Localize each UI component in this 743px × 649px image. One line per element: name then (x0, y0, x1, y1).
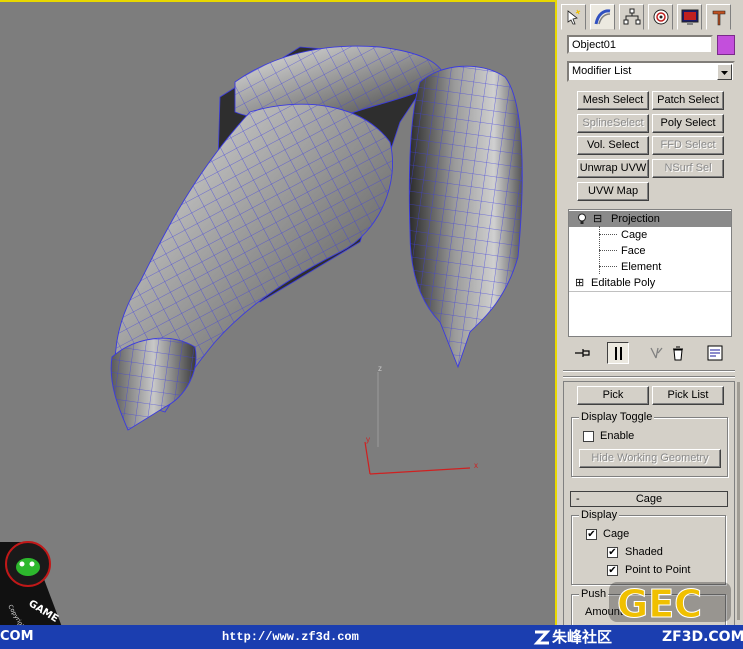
hierarchy-tab[interactable] (619, 4, 644, 30)
tree-line (599, 226, 600, 274)
stack-item-label: Cage (621, 229, 648, 241)
footer-url[interactable]: http://www.zf3d.com (222, 627, 359, 647)
mesh-render: z y x GAME Copyright © (0, 45, 523, 625)
poly-select-button[interactable]: Poly Select (652, 114, 724, 133)
display-tab[interactable] (677, 4, 702, 30)
cage-rollout-title: Cage (635, 493, 663, 505)
axis-label-z: z (378, 364, 382, 373)
pin-stack-icon[interactable] (573, 346, 591, 360)
footer-site-name: 朱峰社区 (552, 628, 613, 646)
stack-item-cage[interactable]: Cage (569, 227, 731, 243)
display-group-title: Display (579, 509, 620, 521)
hide-working-geometry-button[interactable]: Hide Working Geometry (579, 449, 721, 468)
modifier-list-label: Modifier List (572, 65, 632, 77)
show-end-result-button[interactable] (607, 342, 629, 364)
display-icon (681, 9, 699, 25)
make-unique-icon[interactable] (649, 346, 667, 360)
spline-select-button[interactable]: SplineSelect (577, 114, 649, 133)
stack-item-editable-poly[interactable]: ⊞ Editable Poly (569, 275, 731, 292)
modify-tab[interactable] (590, 4, 615, 30)
shaded-label: Shaded (625, 546, 663, 558)
hierarchy-icon (623, 8, 641, 25)
modify-icon (594, 9, 611, 25)
display-toggle-title: Display Toggle (579, 411, 655, 423)
ffd-select-button[interactable]: FFD Select (652, 136, 724, 155)
stack-toolbar (567, 342, 737, 364)
modifier-stack[interactable]: ⊟ Projection Cage Face Element ⊞ Editabl… (568, 209, 732, 337)
display-toggle-group (571, 417, 728, 477)
gec-logo-watermark: GEC (609, 582, 731, 625)
show-end-result-icon (615, 347, 622, 360)
transform-gizmo: z y x (364, 364, 478, 475)
stack-item-face[interactable]: Face (569, 243, 731, 259)
pick-button[interactable]: Pick (577, 386, 649, 405)
stack-item-label: Element (621, 261, 662, 273)
object-color-swatch[interactable] (717, 35, 735, 55)
modifier-list-dropdown[interactable]: Modifier List (567, 61, 735, 82)
rollout-scrollbar[interactable] (737, 382, 740, 620)
separator (563, 376, 735, 378)
footer-left-text: COM (0, 629, 34, 644)
uvw-map-button[interactable]: UVW Map (577, 182, 649, 201)
tree-line (599, 234, 617, 235)
expand-icon[interactable]: ⊞ (575, 275, 584, 291)
vol-select-button[interactable]: Vol. Select (577, 136, 649, 155)
command-panel-tabs (561, 4, 739, 30)
dropdown-arrow-icon[interactable] (717, 64, 732, 80)
perspective-viewport[interactable]: z y x GAME Copyright © (0, 0, 557, 625)
tree-line (599, 250, 617, 251)
cage-checkbox[interactable]: ✔ (586, 529, 597, 540)
remove-modifier-icon[interactable] (671, 345, 685, 361)
stack-item-projection[interactable]: ⊟ Projection (569, 211, 731, 227)
lightbulb-icon[interactable] (577, 213, 587, 225)
axis-label-x: x (474, 461, 478, 470)
create-icon (567, 9, 581, 25)
cage-label: Cage (603, 528, 630, 540)
collapse-icon[interactable]: ⊟ (593, 211, 602, 227)
create-tab[interactable] (561, 4, 586, 30)
stack-item-label: Editable Poly (591, 277, 656, 289)
push-group-title: Push (579, 588, 609, 600)
object-name-field[interactable]: Object01 (567, 35, 713, 54)
nsurf-sel-button[interactable]: NSurf Sel (652, 159, 724, 178)
footer-banner: COM http://www.zf3d.com 朱峰社区 ZF3D.COM (0, 625, 743, 649)
enable-checkbox[interactable] (583, 431, 594, 442)
axis-label-y: y (366, 435, 370, 444)
stack-item-element[interactable]: Element (569, 259, 731, 275)
separator (563, 370, 735, 372)
mesh-select-button[interactable]: Mesh Select (577, 91, 649, 110)
cage-rollout-header[interactable]: - Cage (570, 491, 728, 507)
tree-line (599, 266, 617, 267)
point-to-point-checkbox[interactable]: ✔ (607, 565, 618, 576)
command-panel: Object01 Modifier List Mesh Select Patch… (557, 0, 743, 625)
utilities-icon (712, 10, 726, 26)
point-to-point-label: Point to Point (625, 564, 691, 576)
utilities-tab[interactable] (706, 4, 731, 30)
shaded-checkbox[interactable]: ✔ (607, 547, 618, 558)
configure-sets-icon[interactable] (707, 345, 723, 361)
stack-item-label: Projection (611, 213, 660, 225)
footer-site-domain: ZF3D.COM (662, 629, 743, 645)
zf-logo-icon (533, 630, 551, 645)
motion-tab[interactable] (648, 4, 673, 30)
pick-list-button[interactable]: Pick List (652, 386, 724, 405)
unwrap-uvw-button[interactable]: Unwrap UVW (577, 159, 649, 178)
enable-label: Enable (600, 430, 635, 442)
patch-select-button[interactable]: Patch Select (652, 91, 724, 110)
game-logo-watermark: GAME Copyright © (0, 541, 62, 625)
gec-logo-text: GEC (617, 582, 702, 625)
motion-icon (653, 9, 669, 25)
stack-item-label: Face (621, 245, 646, 257)
